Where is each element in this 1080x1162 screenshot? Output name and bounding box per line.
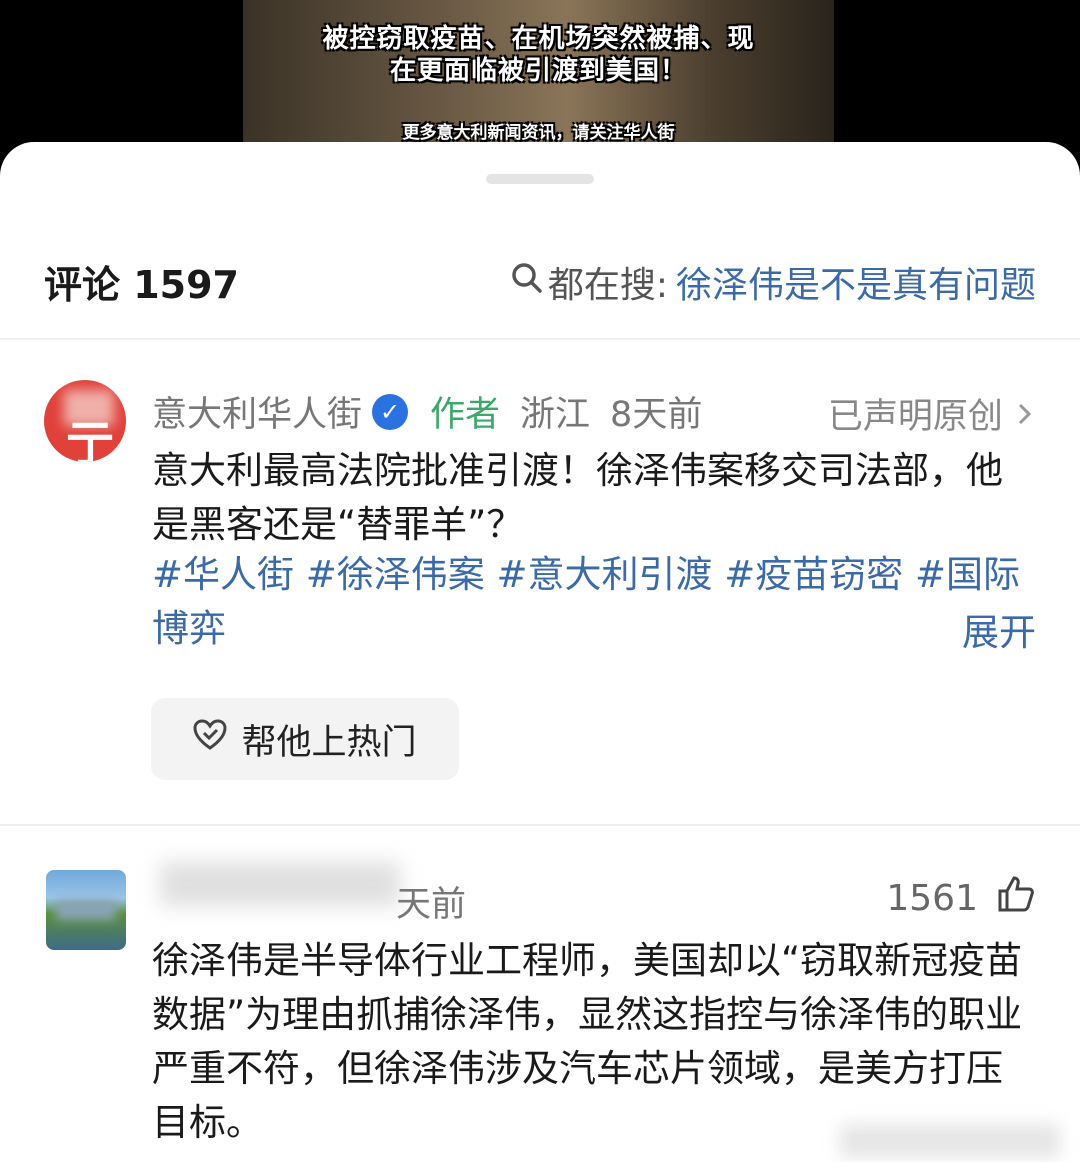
divider: [0, 824, 1080, 826]
video-caption-footer: 更多意大利新闻资讯，请关注华人街: [402, 123, 675, 143]
heart-boost-icon: [193, 718, 227, 760]
comment-meta: 天前: [396, 876, 466, 927]
chevron-right-icon: [1014, 397, 1036, 437]
post-time: 8天前: [610, 395, 703, 435]
like-count: 1561: [886, 878, 978, 919]
author-avatar[interactable]: 亍: [44, 380, 126, 462]
comment-like[interactable]: 1561: [886, 874, 1036, 923]
expand-button[interactable]: 展开: [862, 602, 1036, 656]
verified-icon: ✓: [372, 393, 409, 430]
post-text: 意大利最高法院批准引渡！徐泽伟案移交司法部，他是黑客还是“替罪羊”？: [152, 449, 1003, 546]
original-label: 已声明原创: [827, 397, 1003, 437]
thumbs-up-icon[interactable]: [996, 874, 1036, 923]
comment-time: 天前: [396, 885, 467, 925]
video-frame[interactable]: 被控窃取疫苗、在机场突然被捕、现 在更面临被引渡到美国！ 更多意大利新闻资讯，请…: [243, 0, 834, 160]
avatar-logo-icon: 亍: [66, 416, 115, 462]
post-location: 浙江: [520, 395, 591, 435]
original-declaration[interactable]: 已声明原创: [828, 388, 1036, 439]
author-name[interactable]: 意大利华人街: [152, 386, 362, 437]
divider: [0, 338, 1080, 340]
boost-label: 帮他上热门: [241, 722, 417, 763]
hot-search-prefix: 都在搜:: [547, 265, 668, 306]
hot-search-query[interactable]: 徐泽伟是不是真有问题: [676, 256, 1036, 308]
boost-button[interactable]: 帮他上热门: [151, 698, 459, 780]
search-icon: [510, 261, 544, 304]
comment-count: 评论 1597: [44, 263, 239, 307]
comment-text: 徐泽伟是半导体行业工程师，美国却以“窃取新冠疫苗数据”为理由抓捕徐泽伟，显然这指…: [152, 939, 1023, 1144]
post-meta: 意大利华人街 ✓ 作者 浙江 8天前: [152, 386, 702, 437]
blurred-username: [160, 862, 400, 906]
hot-search[interactable]: 都在搜: 徐泽伟是不是真有问题: [510, 256, 1036, 308]
avatar-blur: [56, 900, 116, 920]
comments-sheet: 评论 1597 都在搜: 徐泽伟是不是真有问题 亍 意大利华人街 ✓ 作者 浙江…: [0, 142, 1080, 1162]
video-caption-line2: 在更面临被引渡到美国！: [389, 56, 687, 86]
commenter-avatar[interactable]: [46, 870, 126, 950]
sheet-drag-handle[interactable]: [486, 174, 594, 184]
author-badge: 作者: [430, 395, 501, 435]
watermark-blur: [840, 1124, 1060, 1158]
